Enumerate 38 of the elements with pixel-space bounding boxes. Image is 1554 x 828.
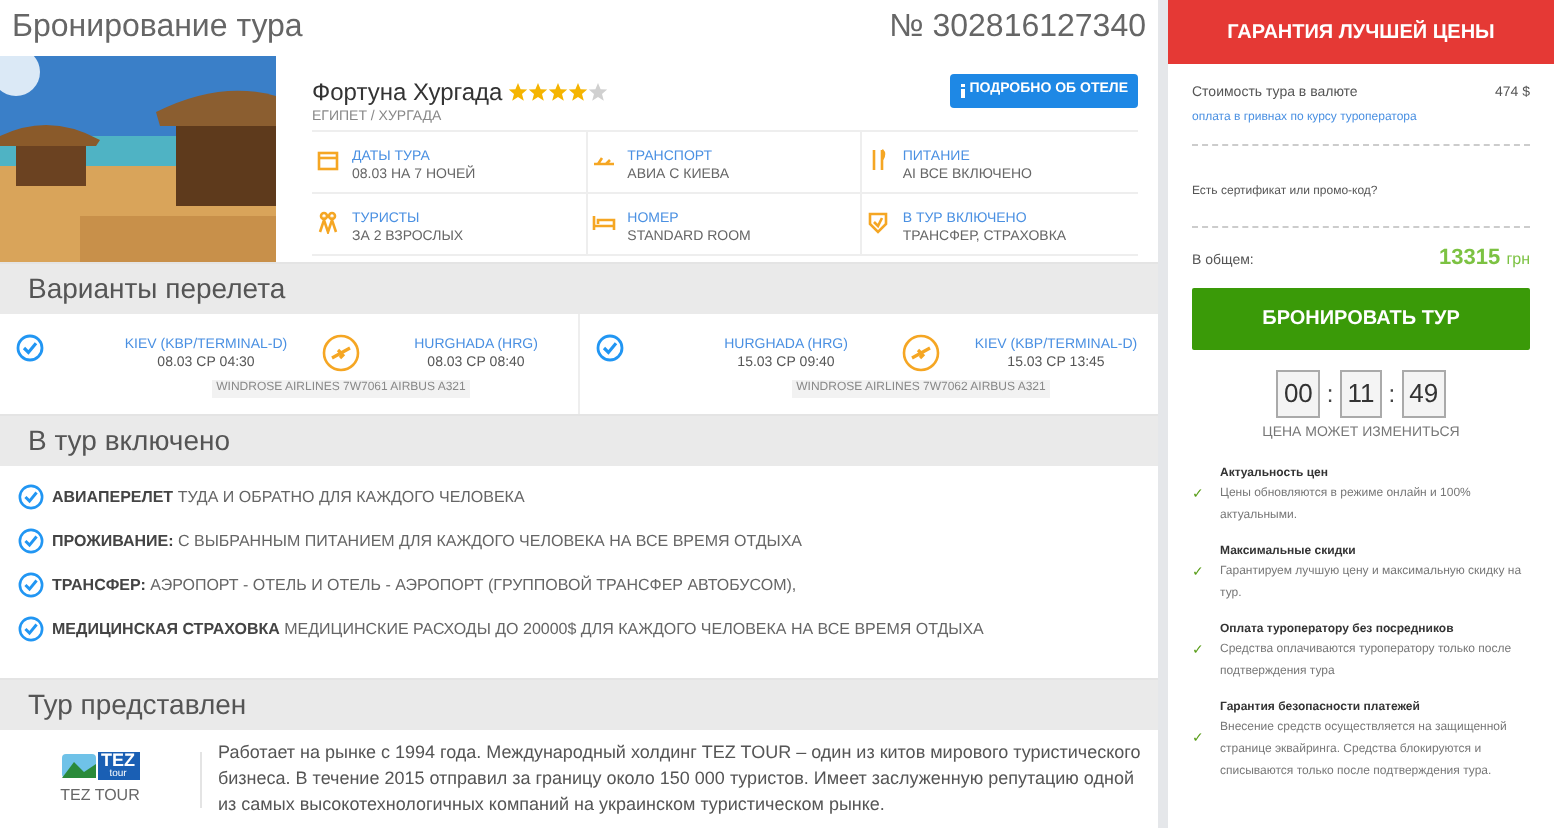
book-tour-button[interactable]: БРОНИРОВАТЬ ТУР [1192,288,1530,350]
booking-number: № 302816127340 [889,7,1146,47]
star-icon [568,82,589,102]
info-icon [959,83,966,98]
shield-icon [866,210,891,234]
mountain-icon [61,753,95,777]
section-header: Варианты перелета [0,264,1158,314]
timer-separator: : [1326,377,1334,412]
section-header: В тур включено [0,416,1158,466]
best-price-banner: ГАРАНТИЯ ЛУЧШЕЙ ЦЕНЫ [1168,0,1554,64]
timer-separator: : [1388,377,1396,412]
logo-text: TEZ [101,751,135,767]
star-icon [548,82,569,102]
included-item: АВИАПЕРЕЛЕТ ТУДА И ОБРАТНО ДЛЯ КАЖДОГО ЧЕЛОВЕКА [52,485,525,509]
people-icon [316,210,340,234]
star-icon [588,82,609,102]
star-icon [508,82,529,102]
timer-digits: 49 [1401,370,1447,417]
included-item: МЕДИЦИНСКАЯ СТРАХОВКА МЕДИЦИНСКИЕ РАСХОДЫ ДО 20000$ ДЛЯ КАЖДОГО ЧЕЛОВЕКА НА ВСЕ ВРЕМЯ ОТДЫХА [52,617,984,641]
checked-icon[interactable] [596,334,624,362]
check-icon [18,572,44,598]
check-icon [18,528,44,554]
check-icon [18,484,44,510]
calendar-icon [316,148,340,172]
bed-icon [591,210,616,234]
operator-description: Работает на рынке с 1994 года. Международный холдинг TEZ TOUR – один из китов мирового туристического бизнеса. В течение 2015 отправил за границу около 150 000 туристов. Имеет заслуженную репутацию одной из самых высокотехнологичных компаний на украинском туристическом рынке. [216,740,1143,818]
operator-name: TEZ TOUR [60,783,140,807]
timer-digits: 11 [1339,370,1383,417]
page-title: Бронирование тура [12,7,303,47]
check-icon [18,616,44,642]
section-header: Тур представлен [0,680,1158,730]
checked-icon[interactable] [16,334,44,362]
included-item: ПРОЖИВАНИЕ: С ВЫБРАННЫМ ПИТАНИЕМ ДЛЯ КАЖДОГО ЧЕЛОВЕКА НА ВСЕ ВРЕМЯ ОТДЫХА [52,529,803,553]
timer-digits: 00 [1275,370,1321,417]
included-item: ТРАНСФЕР: АЭРОПОРТ - ОТЕЛЬ И ОТЕЛЬ - АЭРОПОРТ (ГРУППОВОЙ ТРАНСФЕР АВТОБУСОМ), [52,573,797,597]
star-icon [528,82,549,102]
total-price: 13315 грн [1439,243,1530,273]
hotel-name: Фортуна Хургада [312,76,503,110]
